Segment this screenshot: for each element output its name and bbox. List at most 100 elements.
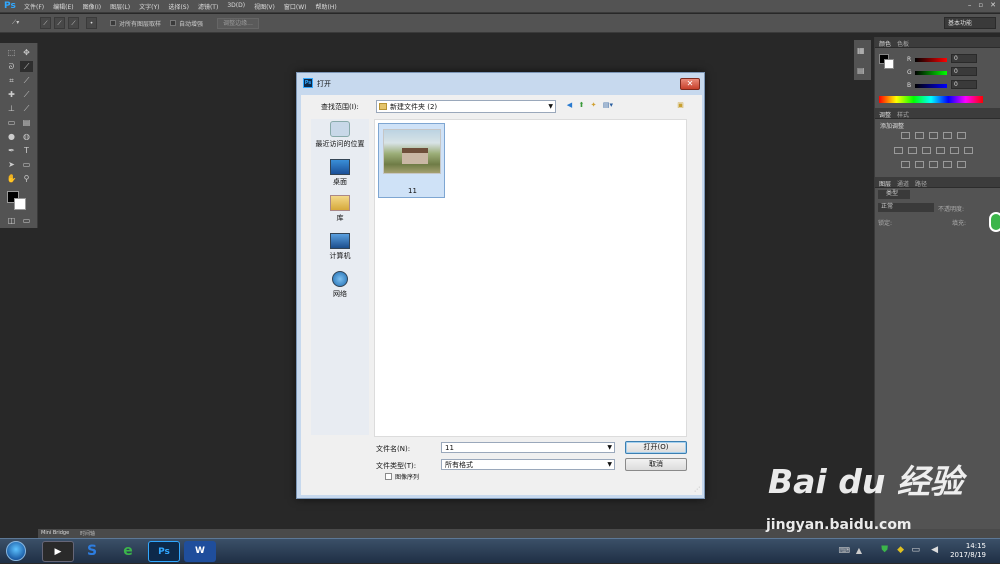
pen-tool-icon[interactable]: ✒ — [5, 145, 18, 156]
black-white-icon[interactable] — [922, 147, 931, 154]
tab-paths[interactable]: 路径 — [915, 179, 927, 188]
menu-3d[interactable]: 3D(D) — [227, 2, 245, 11]
network-tray-icon[interactable]: ▭ — [911, 545, 920, 555]
sample-all-layers-checkbox[interactable] — [110, 20, 116, 26]
tab-adjustments[interactable]: 调整 — [879, 110, 891, 119]
tab-styles[interactable]: 样式 — [897, 110, 909, 119]
color-balance-icon[interactable] — [908, 147, 917, 154]
history-brush-tool-icon[interactable]: ⟋ — [20, 103, 33, 114]
dialog-titlebar[interactable]: Ps 打开 ✕ — [297, 73, 704, 95]
eyedropper-tool-icon[interactable]: ⟋ — [20, 75, 33, 86]
menu-help[interactable]: 帮助(H) — [316, 2, 337, 11]
tab-swatches[interactable]: 色板 — [897, 39, 909, 48]
workspace-select[interactable]: 基本功能 — [944, 17, 996, 29]
exposure-icon[interactable] — [943, 132, 952, 139]
image-sequence-checkbox[interactable] — [385, 473, 392, 480]
menu-image[interactable]: 图像(I) — [83, 2, 101, 11]
brush-tool-icon[interactable]: ⟋ — [20, 89, 33, 100]
tab-channels[interactable]: 通道 — [897, 179, 909, 188]
quick-selection-tool-icon[interactable]: ⟋ — [20, 61, 33, 72]
view-menu-icon[interactable]: ▤▾ — [601, 101, 615, 110]
tab-layers[interactable]: 图层 — [879, 179, 891, 188]
marquee-tool-icon[interactable]: ⬚ — [5, 47, 18, 58]
levels-icon[interactable] — [915, 132, 924, 139]
hand-tool-icon[interactable]: ✋ — [5, 173, 18, 184]
history-panel-icon[interactable]: ▦ — [857, 46, 865, 55]
file-list[interactable]: 11 — [374, 119, 687, 437]
type-tool-icon[interactable]: T — [20, 145, 33, 156]
posterize-icon[interactable] — [915, 161, 924, 168]
properties-panel-icon[interactable]: ▤ — [857, 66, 865, 75]
open-button[interactable]: 打开(O) — [625, 441, 687, 454]
refine-edge-button[interactable]: 调整边缘... — [217, 18, 259, 29]
rectangle-tool-icon[interactable]: ▭ — [20, 159, 33, 170]
new-selection-icon[interactable]: ⟋ — [40, 17, 51, 29]
word-icon[interactable]: W — [184, 541, 216, 562]
menu-edit[interactable]: 编辑(E) — [53, 2, 73, 11]
layer-kind-filter[interactable]: 类型 — [878, 190, 910, 199]
media-app-icon[interactable]: ▶ — [42, 541, 74, 562]
quick-mask-icon[interactable]: ◫ — [5, 215, 18, 226]
clone-stamp-tool-icon[interactable]: ⊥ — [5, 103, 18, 114]
brightness-icon[interactable] — [901, 132, 910, 139]
menu-view[interactable]: 视图(V) — [254, 2, 275, 11]
dodge-tool-icon[interactable]: ◍ — [20, 131, 33, 142]
floating-assist-button[interactable] — [989, 212, 1000, 232]
b-slider[interactable] — [915, 84, 947, 88]
photo-filter-icon[interactable] — [936, 147, 945, 154]
g-slider[interactable] — [915, 71, 947, 75]
gradient-map-icon[interactable] — [943, 161, 952, 168]
r-value[interactable]: 0 — [951, 54, 977, 63]
start-button[interactable] — [6, 541, 26, 561]
clock[interactable]: 14:15 2017/8/19 — [950, 542, 986, 560]
brush-preset-icon[interactable]: ⟋▾ — [12, 19, 19, 27]
cancel-button[interactable]: 取消 — [625, 458, 687, 471]
screen-mode-icon[interactable]: ▭ — [20, 215, 33, 226]
color-lookup-icon[interactable] — [964, 147, 973, 154]
place-desktop[interactable]: 桌面 — [311, 159, 369, 187]
dialog-close-button[interactable]: ✕ — [680, 78, 700, 90]
color-ramp[interactable] — [879, 96, 983, 103]
volume-icon[interactable]: ◀ — [931, 545, 938, 555]
menu-select[interactable]: 选择(S) — [168, 2, 189, 11]
bg-color-chip[interactable] — [884, 59, 894, 69]
place-network[interactable]: 网络 — [311, 271, 369, 299]
crop-tool-icon[interactable]: ⌗ — [5, 75, 18, 86]
background-color-swatch[interactable] — [14, 198, 26, 210]
curves-icon[interactable] — [929, 132, 938, 139]
add-selection-icon[interactable]: ⟋ — [54, 17, 65, 29]
channel-mixer-icon[interactable] — [950, 147, 959, 154]
shield-icon[interactable]: ⛊ — [881, 545, 888, 555]
folder-shortcut-icon[interactable]: ▣ — [676, 101, 685, 110]
browser-icon[interactable]: e — [112, 541, 144, 562]
move-tool-icon[interactable]: ✥ — [20, 47, 33, 58]
r-slider[interactable] — [915, 58, 947, 62]
place-computer[interactable]: 计算机 — [311, 233, 369, 261]
menu-filter[interactable]: 滤镜(T) — [198, 2, 218, 11]
zoom-tool-icon[interactable]: ⚲ — [20, 173, 33, 184]
tab-timeline[interactable]: 时间轴 — [80, 530, 95, 537]
menu-file[interactable]: 文件(F) — [24, 2, 44, 11]
photoshop-taskbar-icon[interactable]: Ps — [148, 541, 180, 562]
keyboard-icon[interactable]: ⌨ — [838, 546, 850, 555]
g-value[interactable]: 0 — [951, 67, 977, 76]
place-recent[interactable]: 最近访问的位置 — [311, 121, 369, 149]
minimize-icon[interactable]: – — [968, 1, 972, 9]
blur-tool-icon[interactable]: ● — [5, 131, 18, 142]
close-icon[interactable]: ✕ — [990, 1, 996, 9]
threshold-icon[interactable] — [929, 161, 938, 168]
blend-mode-select[interactable]: 正常 — [878, 203, 934, 212]
file-item[interactable]: 11 — [378, 123, 445, 198]
eraser-tool-icon[interactable]: ▭ — [5, 117, 18, 128]
hue-icon[interactable] — [894, 147, 903, 154]
new-folder-icon[interactable]: ✦ — [589, 101, 598, 110]
menu-window[interactable]: 窗口(W) — [284, 2, 307, 11]
tab-color[interactable]: 颜色 — [879, 39, 891, 48]
invert-icon[interactable] — [901, 161, 910, 168]
menu-type[interactable]: 文字(Y) — [139, 2, 159, 11]
path-selection-tool-icon[interactable]: ➤ — [5, 159, 18, 170]
restore-icon[interactable]: ▫ — [978, 1, 983, 9]
place-libraries[interactable]: 库 — [311, 195, 369, 223]
tab-mini-bridge[interactable]: Mini Bridge — [41, 530, 69, 536]
filename-input[interactable]: 11 ▼ — [441, 442, 615, 453]
